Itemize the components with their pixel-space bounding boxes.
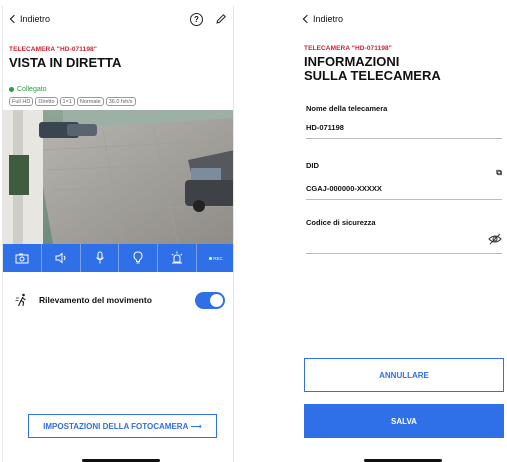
cancel-button[interactable]: ANNULLARE: [304, 358, 504, 392]
back-button[interactable]: Indietro: [302, 14, 343, 24]
motion-detection-toggle[interactable]: [195, 291, 225, 309]
settings-button-label: IMPOSTAZIONI DELLA FOTOCAMERA: [43, 421, 189, 431]
chip-resolution[interactable]: Full HD: [9, 97, 34, 106]
nav-icons: ?: [190, 12, 227, 26]
toggle-knob: [210, 293, 223, 307]
chevron-left-icon: [9, 14, 19, 24]
stream-info-chips: Full HD Diretto 1×1 Normale 36.0 fsh/s: [9, 97, 136, 106]
pencil-icon[interactable]: [215, 13, 227, 25]
microphone-icon: [95, 251, 104, 264]
record-dot-icon: [209, 256, 213, 260]
nav-bar: Indietro: [302, 10, 506, 28]
did-underline: [306, 199, 502, 200]
save-button[interactable]: SALVA: [304, 404, 504, 438]
snapshot-button[interactable]: [3, 244, 42, 272]
camera-icon: [15, 253, 29, 264]
security-code-underline: [306, 253, 502, 254]
live-video-feed[interactable]: [3, 110, 233, 244]
connection-status: Collegato: [9, 86, 47, 93]
live-view-screen: Indietro ? TELECAMERA "HD-071198" VISTA …: [2, 6, 234, 462]
chip-quality[interactable]: Normale: [76, 97, 104, 106]
camera-subtitle: TELECAMERA "HD-071198": [304, 45, 392, 52]
copy-icon[interactable]: ⧉: [496, 168, 502, 178]
arrow-right-icon: ⟶: [190, 421, 202, 431]
back-button[interactable]: Indietro: [9, 14, 50, 24]
camera-controls-bar: REC: [3, 244, 233, 272]
eye-off-icon[interactable]: [488, 232, 502, 250]
status-text: Collegato: [17, 86, 47, 93]
page-title-line1: INFORMAZIONI: [304, 54, 400, 69]
status-dot-icon: [9, 87, 14, 92]
motion-icon: [15, 293, 26, 307]
did-label: DID: [306, 161, 319, 170]
did-field[interactable]: CGAJ-000000-XXXXX: [306, 184, 382, 193]
back-label: Indietro: [20, 14, 51, 24]
motion-detection-row: Rilevamento del movimento: [15, 290, 225, 310]
microphone-button[interactable]: [81, 244, 120, 272]
camera-info-screen: Indietro TELECAMERA "HD-071198" INFORMAZ…: [296, 6, 507, 462]
chip-framerate[interactable]: 36.0 fsh/s: [105, 97, 136, 106]
back-label: Indietro: [313, 14, 344, 24]
chevron-left-icon: [302, 14, 312, 24]
record-button[interactable]: REC: [197, 244, 233, 272]
motion-detection-label: Rilevamento del movimento: [39, 295, 152, 305]
security-code-label: Codice di sicurezza: [306, 218, 376, 227]
light-icon: [133, 251, 143, 264]
chip-mode[interactable]: Diretto: [35, 97, 58, 106]
siren-button[interactable]: [158, 244, 198, 272]
chip-ratio[interactable]: 1×1: [59, 97, 75, 106]
record-icon: REC: [209, 256, 223, 261]
help-icon[interactable]: ?: [190, 12, 203, 26]
camera-settings-button[interactable]: IMPOSTAZIONI DELLA FOTOCAMERA ⟶: [28, 414, 217, 438]
camera-subtitle: TELECAMERA "HD-071198": [9, 46, 97, 53]
light-button[interactable]: [119, 244, 159, 272]
camera-name-underline: [306, 138, 502, 139]
page-title: VISTA IN DIRETTA: [9, 55, 122, 70]
camera-name-label: Nome della telecamera: [306, 104, 388, 113]
nav-bar: Indietro ?: [9, 10, 227, 28]
page-title-line2: SULLA TELECAMERA: [304, 68, 441, 83]
speaker-icon: [55, 252, 66, 264]
siren-icon: [171, 251, 183, 264]
camera-name-field[interactable]: HD-071198: [306, 123, 344, 132]
record-label: REC: [213, 255, 223, 261]
speaker-button[interactable]: [42, 244, 81, 272]
